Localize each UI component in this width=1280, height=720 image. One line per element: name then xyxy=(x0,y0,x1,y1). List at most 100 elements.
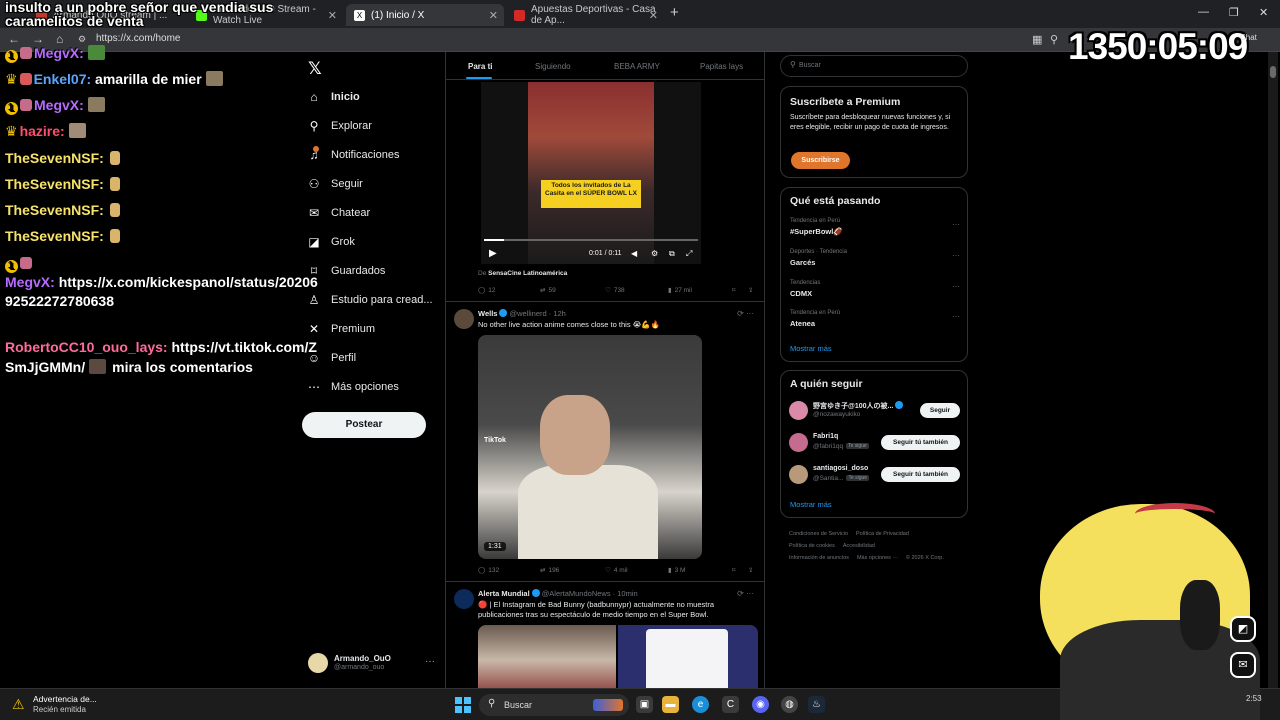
subscribe-button[interactable]: Suscribirse xyxy=(791,152,850,169)
views-button[interactable]: ▮ 3 M xyxy=(668,566,685,574)
browser-tab-3[interactable]: X (1) Inicio / X ✕ xyxy=(346,4,504,26)
tweet-more-icon[interactable]: ⟳ ··· xyxy=(737,309,754,318)
follow-suggestion[interactable]: santiagosi_doso @Santia... Te sigue Segui… xyxy=(789,464,961,486)
tweet-media[interactable] xyxy=(478,625,758,688)
taskbar-search[interactable]: ⚲ Buscar xyxy=(479,694,629,716)
follow-suggestion[interactable]: 野宮ゆき子@100人の被... @nozawayukiko Seguir xyxy=(789,400,961,422)
volume-icon[interactable]: ◀ xyxy=(631,249,637,258)
source-link[interactable]: SensaCine Latinoamérica xyxy=(488,270,567,277)
tab-close-icon[interactable]: ✕ xyxy=(328,9,337,22)
tab-close-icon[interactable]: ✕ xyxy=(649,9,658,22)
reply-button[interactable]: ◯ 12 xyxy=(478,286,496,294)
tab-list-papitas[interactable]: Papitas lays xyxy=(700,62,743,71)
views-button[interactable]: ▮ 27 mil xyxy=(668,286,692,294)
bookmark-button[interactable]: ⌑ xyxy=(732,566,735,574)
video-progress-track[interactable] xyxy=(484,239,698,241)
tab-list-beba[interactable]: BEBA ARMY xyxy=(614,62,660,71)
scrollbar-thumb[interactable] xyxy=(1270,66,1276,78)
edge-icon[interactable]: e xyxy=(692,696,709,713)
footer-link[interactable]: Política de Privacidad xyxy=(856,531,909,537)
post-button[interactable]: Postear xyxy=(302,412,426,438)
video-player[interactable]: Todos los invitados de La Casita en el S… xyxy=(481,82,701,264)
file-explorer-icon[interactable]: ▬ xyxy=(662,696,679,713)
follow-button[interactable]: Seguir xyxy=(920,403,960,418)
repost-button[interactable]: ⇄ 196 xyxy=(540,566,559,574)
trend-item[interactable]: Tendencias CDMX ··· xyxy=(790,280,960,302)
bookmark-button[interactable]: ⌑ xyxy=(732,286,735,294)
more-icon[interactable]: ··· xyxy=(952,251,960,260)
follow-suggestion[interactable]: Fabri1q @fabri1qq Te sigue Seguir tú tamb… xyxy=(789,432,961,454)
new-tab-button[interactable]: + xyxy=(670,4,679,21)
nav-grok[interactable]: ◪ Grok xyxy=(306,233,355,251)
search-input[interactable]: ⚲ Buscar xyxy=(780,55,968,77)
grid-icon[interactable]: ▦ xyxy=(1032,33,1042,46)
reply-button[interactable]: ◯ 132 xyxy=(478,566,499,574)
media-image[interactable] xyxy=(478,625,616,688)
window-close-button[interactable]: ✕ xyxy=(1259,6,1268,19)
app-icon[interactable]: C xyxy=(722,696,739,713)
footer-link[interactable]: Política de cookies xyxy=(789,543,835,549)
nav-chat[interactable]: ✉ Chatear xyxy=(306,204,370,222)
avatar[interactable] xyxy=(454,309,474,329)
scrollbar[interactable] xyxy=(1268,52,1278,688)
follow-back-button[interactable]: Seguir tú también xyxy=(881,435,960,450)
nav-home[interactable]: ⌂ Inicio xyxy=(306,88,359,106)
maximize-button[interactable]: ❐ xyxy=(1229,6,1239,19)
zoom-icon[interactable]: ⚲ xyxy=(1050,33,1058,46)
follow-back-button[interactable]: Seguir tú también xyxy=(881,467,960,482)
minimize-button[interactable]: — xyxy=(1198,6,1209,18)
url-field[interactable]: https://x.com/home xyxy=(96,33,180,44)
share-button[interactable]: ⇪ xyxy=(748,566,753,574)
chat-link[interactable]: SmJjGMMn/ xyxy=(5,359,85,375)
messages-float-icon[interactable]: ✉ xyxy=(1230,652,1256,678)
chat-link[interactable]: https://x.com/kickespanol/status/20206 xyxy=(59,274,318,290)
nav-notifications[interactable]: ♫ Notificaciones xyxy=(306,146,400,164)
more-icon[interactable]: ··· xyxy=(425,656,435,667)
grok-float-icon[interactable]: ◩ xyxy=(1230,616,1256,642)
video-player[interactable]: TikTok 1:31 xyxy=(478,335,702,559)
footer-link[interactable]: Condiciones de Servicio xyxy=(789,531,848,537)
x-logo-icon[interactable]: 𝕏 xyxy=(308,59,322,79)
media-image[interactable] xyxy=(618,625,758,688)
pip-icon[interactable]: ⧉ xyxy=(669,249,675,259)
like-button[interactable]: ♡ 4 mil xyxy=(605,566,628,574)
chat-link[interactable]: https://vt.tiktok.com/Z xyxy=(171,339,316,355)
tab-close-icon[interactable]: ✕ xyxy=(489,9,498,22)
play-icon[interactable]: ▶ xyxy=(489,248,497,259)
like-button[interactable]: ♡ 738 xyxy=(605,286,625,294)
author-name[interactable]: Alerta Mundial xyxy=(478,589,530,598)
trend-item[interactable]: Tendencia en Perú #SuperBowl🏈 ··· xyxy=(790,218,960,240)
tab-for-you[interactable]: Para ti xyxy=(468,62,492,71)
start-button[interactable] xyxy=(455,697,471,713)
browser-tab-4[interactable]: Apuestas Deportivas - Casa de Ap... ✕ xyxy=(506,4,664,26)
discord-icon[interactable]: ◉ xyxy=(752,696,769,713)
fullscreen-icon[interactable]: ⤢ xyxy=(686,249,692,259)
footer-link[interactable]: Más opciones ··· xyxy=(857,555,898,561)
account-switcher[interactable]: Armando_OuO @armando_ouo ··· xyxy=(308,652,436,678)
repost-button[interactable]: ⇄ 59 xyxy=(540,286,556,294)
footer-link[interactable]: Información de anuncios xyxy=(789,555,849,561)
author-name[interactable]: Wells xyxy=(478,309,497,318)
more-icon[interactable]: ··· xyxy=(952,312,960,321)
nav-explore[interactable]: ⚲ Explorar xyxy=(306,117,372,135)
nav-premium[interactable]: ✕ Premium xyxy=(306,320,375,338)
avatar[interactable] xyxy=(454,589,474,609)
show-more-link[interactable]: Mostrar más xyxy=(790,500,832,509)
show-more-link[interactable]: Mostrar más xyxy=(790,344,832,353)
nav-creator-studio[interactable]: ♙ Estudio para cread... xyxy=(306,291,433,309)
trend-item[interactable]: Deportes · Tendencia Garcés ··· xyxy=(790,249,960,271)
notification-title[interactable]: Advertencia de... xyxy=(33,694,97,704)
chat-link[interactable]: 92522272780638 xyxy=(5,293,114,309)
task-view-icon[interactable]: ▣ xyxy=(636,696,653,713)
share-button[interactable]: ⇪ xyxy=(748,286,753,294)
obs-icon[interactable]: ◍ xyxy=(781,696,798,713)
settings-icon[interactable]: ⚙ xyxy=(651,249,658,258)
footer-link[interactable]: Accesibilidad xyxy=(843,543,875,549)
more-icon[interactable]: ··· xyxy=(952,282,960,291)
more-icon[interactable]: ··· xyxy=(952,220,960,229)
nav-follow[interactable]: ⚇ Seguir xyxy=(306,175,363,193)
trend-item[interactable]: Tendencia en Perú Atenea ··· xyxy=(790,310,960,332)
steam-icon[interactable]: ♨ xyxy=(808,696,825,713)
tab-following[interactable]: Siguiendo xyxy=(535,62,571,71)
tweet-more-icon[interactable]: ⟳ ··· xyxy=(737,589,754,598)
